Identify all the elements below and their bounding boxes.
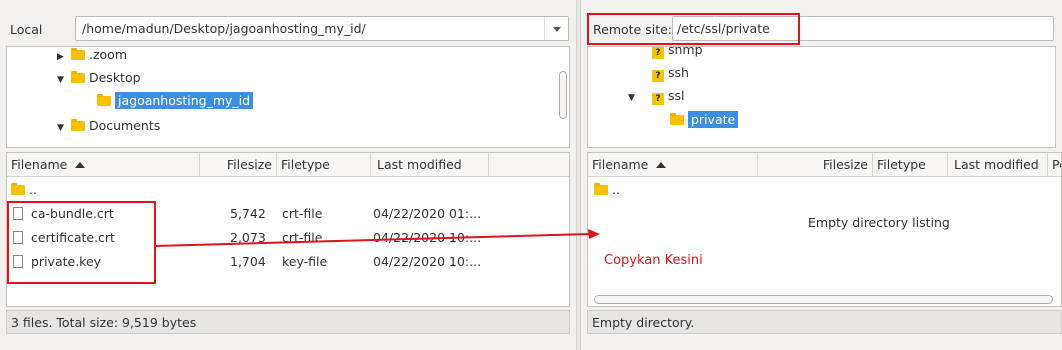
expander-expanded-icon[interactable]: ▼ — [57, 118, 67, 138]
sort-ascending-icon — [75, 162, 86, 168]
local-pane: Local /home/madun/Desktop/jagoanhosting_… — [0, 0, 576, 350]
column-filetype[interactable]: Filetype — [277, 153, 371, 177]
column-permissions[interactable]: Pe — [1048, 153, 1061, 177]
highlight-box-remote — [587, 13, 800, 45]
column-filename[interactable]: Filename — [7, 153, 200, 177]
question-folder-icon: ? — [652, 93, 664, 105]
tree-item-private[interactable]: private — [670, 110, 739, 130]
folder-icon — [670, 113, 684, 125]
remote-status-bar: Empty directory. — [587, 310, 1062, 334]
sort-ascending-icon — [656, 162, 667, 168]
horizontal-scrollbar[interactable] — [594, 295, 1053, 304]
folder-icon — [594, 183, 608, 195]
chevron-down-icon[interactable] — [544, 17, 568, 40]
list-item-parent[interactable]: .. — [7, 178, 569, 202]
empty-listing-message: Empty directory listing — [808, 215, 950, 230]
tree-item-zoom[interactable]: ▶ .zoom — [57, 47, 127, 67]
tree-item-ssh[interactable]: ? ssh — [652, 63, 689, 83]
column-filesize[interactable]: Filesize — [200, 153, 277, 177]
folder-icon — [97, 94, 111, 106]
remote-list-header: Filename Filesize Filetype Last modified… — [588, 153, 1061, 177]
local-path-combobox[interactable]: /home/madun/Desktop/jagoanhosting_my_id/ — [75, 16, 569, 41]
column-filename[interactable]: Filename — [588, 153, 758, 177]
tree-item-documents[interactable]: ▼ Documents — [57, 116, 160, 136]
column-filetype[interactable]: Filetype — [873, 153, 948, 177]
remote-file-list[interactable]: Filename Filesize Filetype Last modified… — [587, 152, 1062, 307]
remote-address-bar: Remote site: /etc/ssl/private — [581, 0, 1062, 46]
column-last-modified[interactable]: Last modified — [948, 153, 1048, 177]
question-folder-icon: ? — [652, 70, 664, 82]
folder-icon — [70, 48, 85, 60]
copy-here-annotation: Copykan Kesini — [604, 253, 703, 268]
question-folder-icon: ? — [652, 47, 664, 59]
local-status-bar: 3 files. Total size: 9,519 bytes — [6, 310, 570, 334]
remote-pane: Remote site: /etc/ssl/private ? snmp ? ssh… — [581, 0, 1062, 350]
local-list-header: Filename Filesize Filetype Last modified — [7, 153, 569, 177]
local-path-text: /home/madun/Desktop/jagoanhosting_my_id/ — [82, 21, 366, 36]
local-address-bar: Local /home/madun/Desktop/jagoanhosting_… — [0, 0, 576, 46]
folder-icon — [70, 71, 85, 83]
expander-expanded-icon[interactable]: ▼ — [628, 88, 652, 108]
remote-directory-tree[interactable]: ? snmp ? ssh ▼? ssl private — [587, 46, 1056, 148]
expander-collapsed-icon[interactable]: ▶ — [57, 47, 67, 67]
folder-icon — [70, 119, 85, 131]
highlight-box-files — [7, 201, 156, 284]
column-last-modified[interactable]: Last modified — [371, 153, 489, 177]
tree-item-desktop[interactable]: ▼ Desktop — [57, 68, 141, 88]
column-filesize[interactable]: Filesize — [758, 153, 873, 177]
tree-item-jagoanhosting[interactable]: jagoanhosting_my_id — [97, 91, 254, 111]
local-label: Local — [10, 22, 43, 37]
local-directory-tree[interactable]: ▶ .zoom ▼ Desktop jagoanhosting_my_id ▼ … — [6, 46, 570, 148]
list-item-parent[interactable]: .. — [588, 178, 1061, 202]
tree-item-ssl[interactable]: ▼? ssl — [628, 86, 685, 106]
tree-scrollbar[interactable] — [559, 71, 567, 119]
tree-item-snmp[interactable]: ? snmp — [652, 47, 703, 60]
folder-icon — [11, 183, 25, 195]
expander-expanded-icon[interactable]: ▼ — [57, 70, 67, 90]
